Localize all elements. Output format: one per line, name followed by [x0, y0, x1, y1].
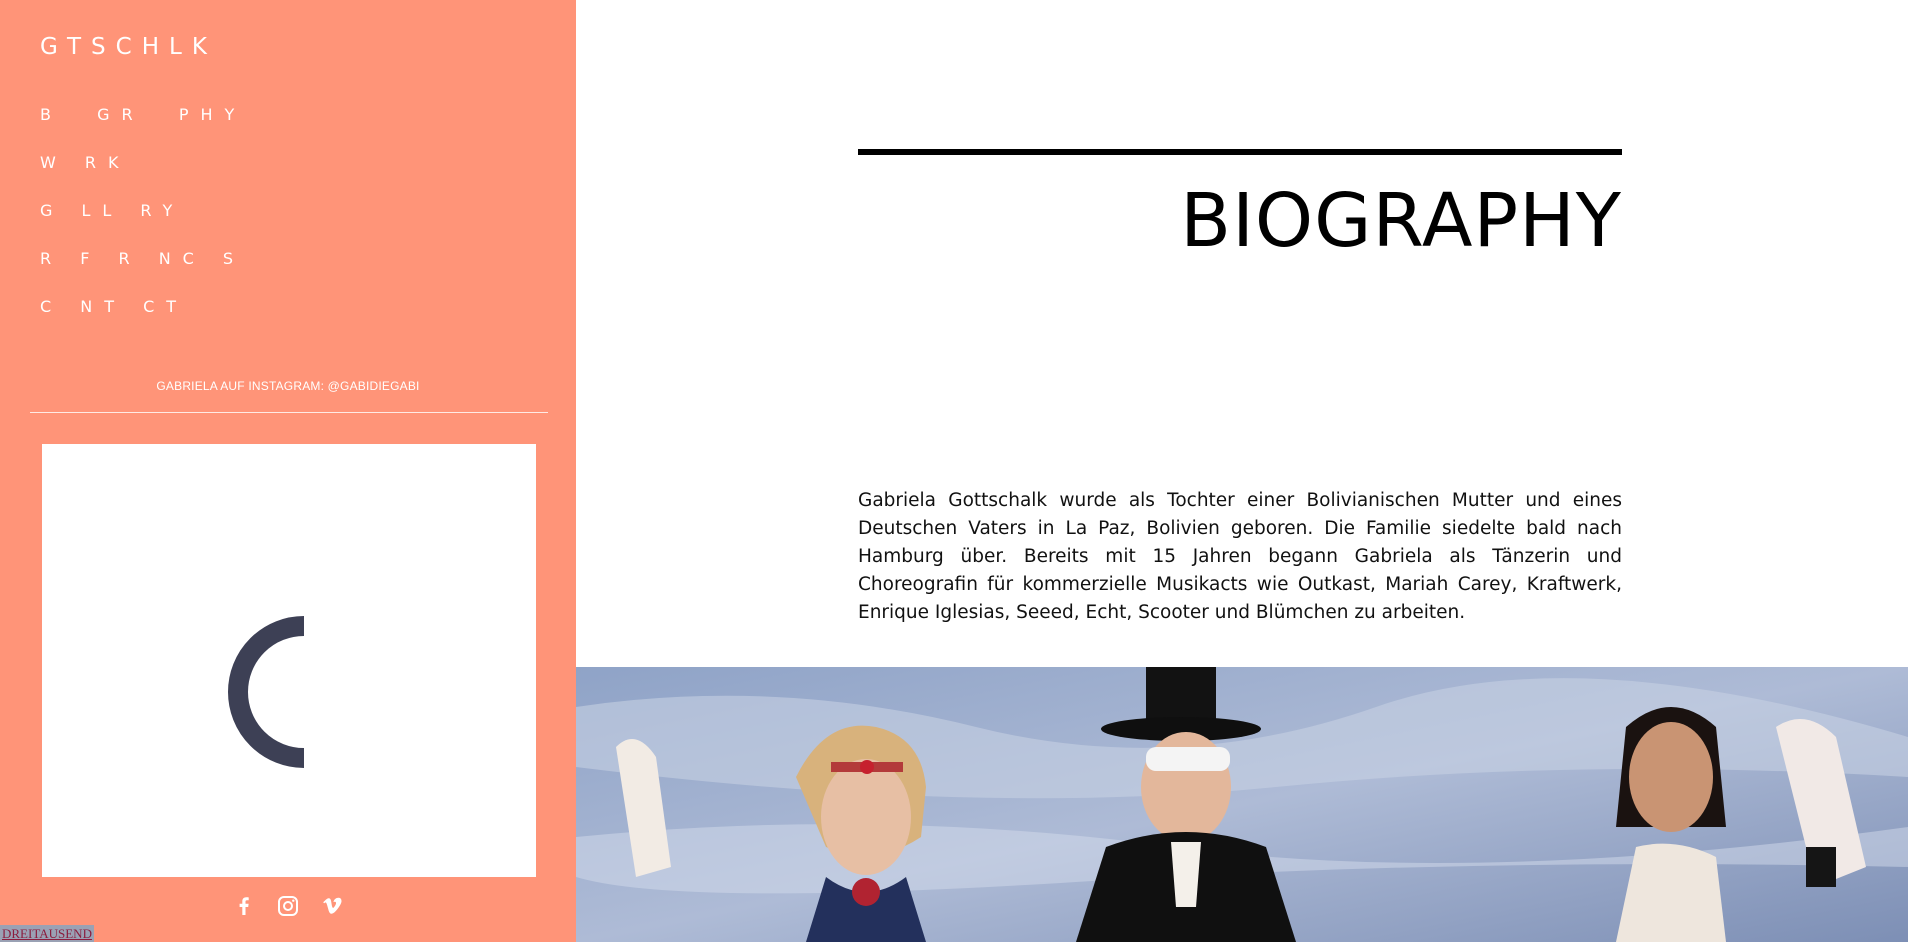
sidebar-divider [30, 412, 548, 413]
loading-spinner-icon [228, 616, 305, 768]
nav-item-biography[interactable]: B GR PHY [40, 100, 246, 148]
loading-widget [42, 444, 536, 877]
social-links [0, 894, 576, 918]
main-content: BIOGRAPHY Gabriela Gottschalk wurde als … [576, 0, 1908, 942]
sidebar: GTSCHLK B GR PHY W RK G LL RY R F R NC S… [0, 0, 576, 942]
site-logo[interactable]: GTSCHLK [40, 34, 217, 60]
instagram-link[interactable]: GABRIELA AUF INSTAGRAM: @GABIDIEGABI [0, 379, 576, 393]
nav-item-references[interactable]: R F R NC S [40, 244, 246, 292]
instagram-icon[interactable] [276, 894, 300, 918]
page-title: BIOGRAPHY [1180, 178, 1622, 264]
vimeo-icon[interactable] [320, 894, 344, 918]
biography-text: Gabriela Gottschalk wurde als Tochter ei… [858, 490, 1622, 623]
nav-item-contact[interactable]: C NT CT [40, 292, 246, 340]
title-rule [858, 149, 1622, 155]
header-photo [576, 667, 1908, 942]
dreitausend-link[interactable]: DREITAUSEND [0, 925, 94, 942]
nav-item-gallery[interactable]: G LL RY [40, 196, 246, 244]
dancers-photo-image [576, 667, 1908, 942]
nav-item-work[interactable]: W RK [40, 148, 246, 196]
facebook-icon[interactable] [232, 894, 256, 918]
main-nav: B GR PHY W RK G LL RY R F R NC S C NT CT [40, 100, 246, 340]
